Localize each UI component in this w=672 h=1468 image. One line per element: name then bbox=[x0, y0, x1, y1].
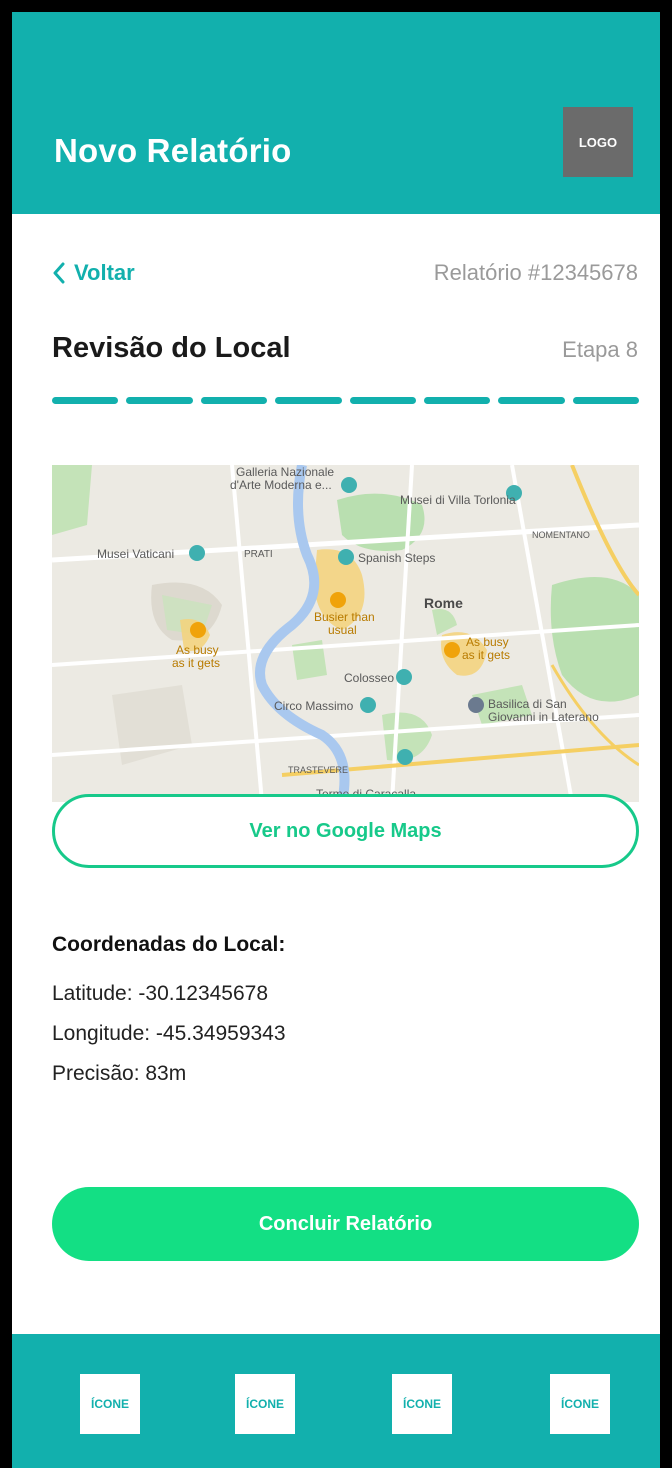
map-label: As busy bbox=[176, 643, 219, 657]
map-label: As busy bbox=[466, 635, 509, 649]
nav-icon-1[interactable]: ÍCONE bbox=[80, 1374, 140, 1434]
bottom-navigation: ÍCONE ÍCONE ÍCONE ÍCONE bbox=[12, 1334, 660, 1468]
map-label: Basilica di San bbox=[488, 697, 567, 711]
map-label: NOMENTANO bbox=[532, 530, 590, 540]
map-label: d'Arte Moderna e... bbox=[230, 478, 332, 492]
back-label: Voltar bbox=[74, 260, 135, 285]
precision-value: Precisão: 83m bbox=[52, 1062, 187, 1085]
location-map[interactable]: Galleria Nazionale d'Arte Moderna e... M… bbox=[52, 465, 639, 802]
map-label: usual bbox=[328, 623, 357, 637]
map-label: Spanish Steps bbox=[358, 551, 436, 565]
map-label: Musei di Villa Torlonia bbox=[400, 493, 516, 507]
map-label: as it gets bbox=[462, 648, 511, 662]
map-label: Giovanni in Laterano bbox=[488, 710, 599, 724]
progress-segment bbox=[572, 397, 639, 404]
step-progress bbox=[52, 397, 639, 404]
map-label: as it gets bbox=[172, 656, 221, 670]
nav-icon-4[interactable]: ÍCONE bbox=[550, 1374, 610, 1434]
progress-segment bbox=[349, 397, 416, 404]
progress-segment bbox=[275, 397, 342, 404]
back-button[interactable]: Voltar bbox=[52, 260, 135, 286]
longitude-value: Longitude: -45.34959343 bbox=[52, 1022, 286, 1045]
progress-segment bbox=[423, 397, 491, 404]
map-label: Circo Massimo bbox=[274, 699, 354, 713]
latitude-value: Latitude: -30.12345678 bbox=[52, 982, 269, 1005]
map-label: Colosseo bbox=[344, 671, 395, 685]
map-label: Galleria Nazionale bbox=[236, 465, 335, 479]
map-label: PRATI bbox=[244, 549, 273, 560]
progress-segment bbox=[126, 397, 193, 404]
app-header: Novo Relatório LOGO bbox=[12, 12, 660, 214]
chevron-left-icon bbox=[53, 262, 65, 284]
map-label: TRASTEVERE bbox=[288, 765, 349, 775]
step-label: Etapa 8 bbox=[562, 337, 638, 362]
nav-icon-2[interactable]: ÍCONE bbox=[235, 1374, 295, 1434]
step-title: Revisão do Local bbox=[52, 332, 291, 364]
nav-icon-3[interactable]: ÍCONE bbox=[392, 1374, 452, 1434]
map-label: Rome bbox=[424, 595, 463, 611]
app-screen: Novo Relatório LOGO Voltar Relatório #12… bbox=[12, 12, 660, 1468]
progress-segment bbox=[200, 397, 268, 404]
logo: LOGO bbox=[563, 107, 633, 177]
page-title: Novo Relatório bbox=[54, 132, 292, 169]
progress-segment bbox=[52, 397, 119, 404]
map-label: Busier than bbox=[314, 610, 375, 624]
complete-report-button[interactable]: Concluir Relatório bbox=[52, 1187, 639, 1261]
open-google-maps-button[interactable]: Ver no Google Maps bbox=[52, 794, 639, 868]
report-number: Relatório #12345678 bbox=[433, 260, 638, 285]
coordinates-title: Coordenadas do Local: bbox=[52, 933, 286, 956]
progress-segment bbox=[498, 397, 565, 404]
map-label: Musei Vaticani bbox=[97, 547, 175, 561]
